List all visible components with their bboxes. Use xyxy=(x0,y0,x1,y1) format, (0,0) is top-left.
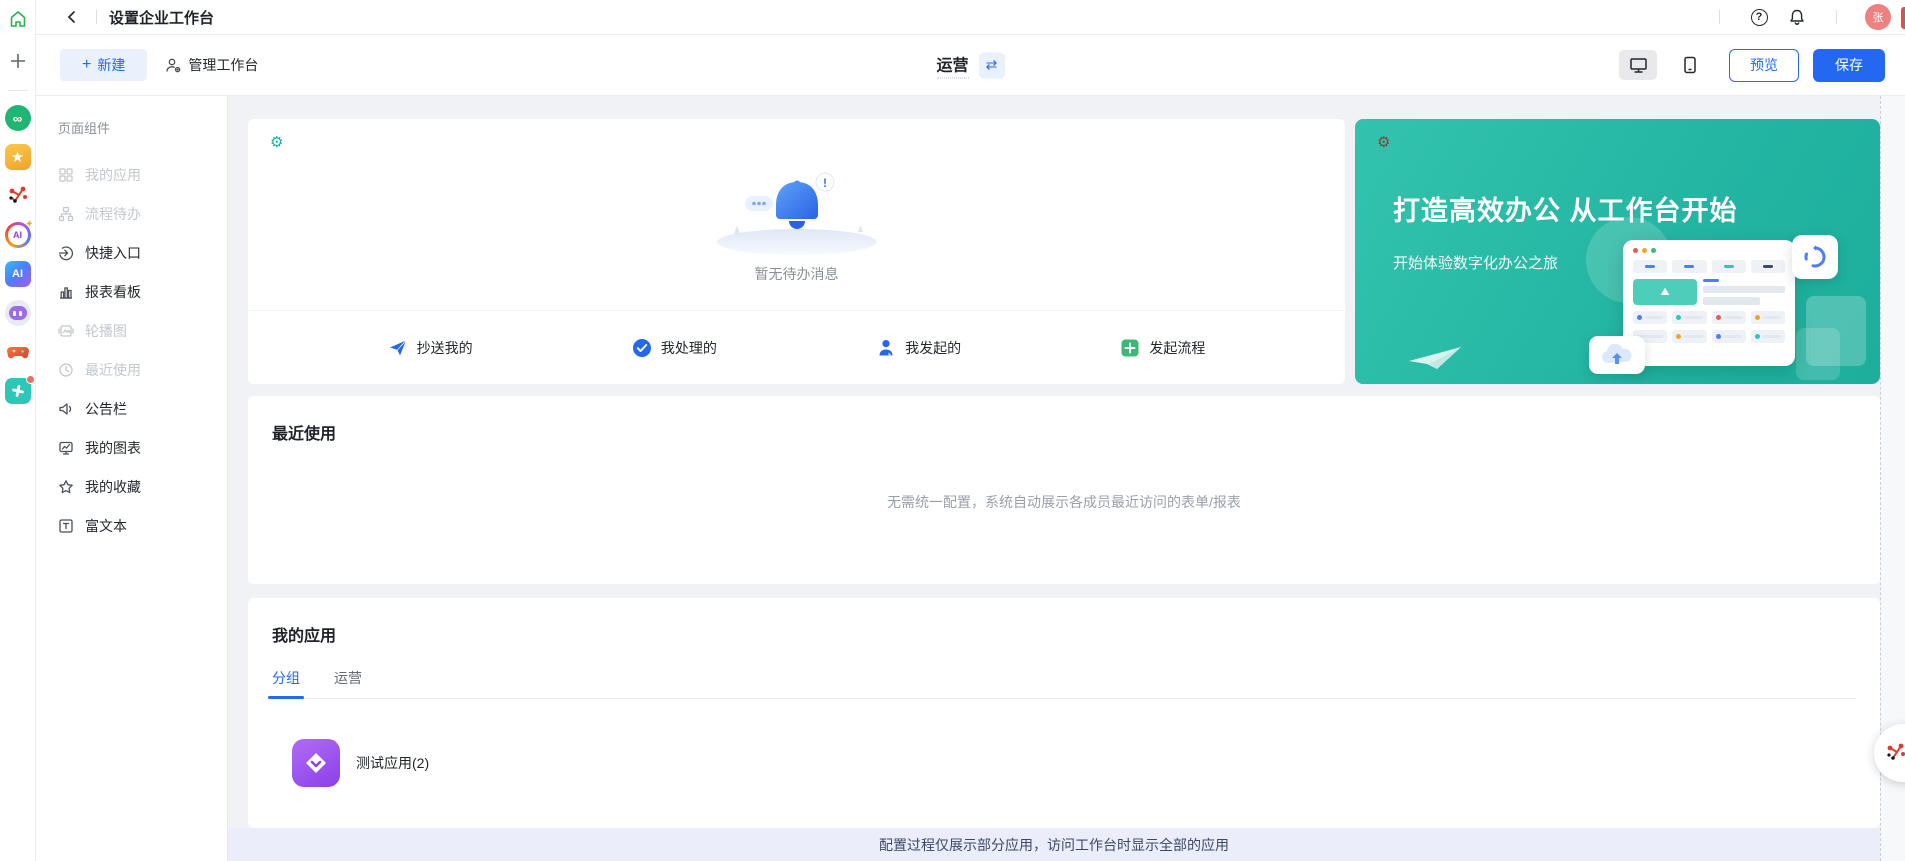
app-item-test-app[interactable]: 测试应用(2) xyxy=(292,739,1856,787)
designer-toolbar: + 新建 管理工作台 运营 ⇄ 预览 保存 xyxy=(36,35,1905,96)
tab-group[interactable]: 分组 xyxy=(272,668,300,698)
bell-icon[interactable] xyxy=(1786,6,1808,28)
manage-workspace-button[interactable]: 管理工作台 xyxy=(165,55,258,75)
carousel-icon xyxy=(58,323,74,339)
sidebar-item-rich-text[interactable]: 富文本 xyxy=(58,506,227,545)
new-button[interactable]: + 新建 xyxy=(60,49,147,81)
bar-chart-icon xyxy=(58,284,74,300)
recent-empty-text: 无需统一配置，系统自动展示各成员最近访问的表单/报表 xyxy=(272,444,1856,560)
banner-decor-stack xyxy=(1796,328,1840,380)
grid-icon xyxy=(58,167,74,183)
clock-icon xyxy=(58,362,74,378)
sidebar-item-my-apps: 我的应用 xyxy=(58,155,227,194)
tab-operations[interactable]: 运营 xyxy=(334,668,362,698)
preview-button[interactable]: 预览 xyxy=(1729,49,1799,82)
edge-red-sliver xyxy=(1901,7,1905,29)
config-notice-text: 配置过程仅展示部分应用，访问工作台时显示全部的应用 xyxy=(879,835,1229,855)
todo-empty-text: 暂无待办消息 xyxy=(755,264,839,284)
teal-app-icon[interactable] xyxy=(5,378,31,404)
sidebar-item-flow-todo: 流程待办 xyxy=(58,194,227,233)
paper-plane-shape xyxy=(1407,345,1463,376)
header-divider xyxy=(1719,10,1720,24)
widget-settings-gear-icon[interactable]: ⚙ xyxy=(270,133,283,151)
person-gear-icon xyxy=(165,57,182,74)
svg-text:!: ! xyxy=(823,176,827,190)
quick-link-initiated-by-me[interactable]: 我发起的 xyxy=(876,338,961,358)
sidebar-item-my-favorites[interactable]: 我的收藏 xyxy=(58,467,227,506)
cloud-upload-icon xyxy=(1589,336,1645,374)
help-icon[interactable]: ? xyxy=(1748,6,1770,28)
quick-link-handled-by-me[interactable]: 我处理的 xyxy=(632,338,717,358)
robot-app-icon[interactable] xyxy=(5,300,31,326)
header-divider xyxy=(1836,10,1837,24)
back-button[interactable] xyxy=(60,5,84,29)
plus-icon[interactable] xyxy=(7,50,29,72)
empty-bell-illustration: ! xyxy=(712,158,882,258)
app-rail: ∞ ★ AI✦ AI xyxy=(0,0,36,861)
ai-square-app-icon[interactable]: AI xyxy=(5,261,31,287)
star-outline-icon xyxy=(58,479,74,495)
banner-settings-gear-icon[interactable]: ⚙ xyxy=(1377,133,1390,151)
flow-icon xyxy=(58,206,74,222)
quick-links-row: 抄送我的 我处理的 我发起的 xyxy=(248,310,1345,384)
design-canvas: ⚙ xyxy=(228,96,1905,861)
quick-link-start-flow[interactable]: 发起流程 xyxy=(1120,338,1205,358)
promo-banner-card[interactable]: ⚙ 打造高效办公 从工作台开始 开始体验数字化办公之旅 xyxy=(1355,119,1880,384)
ai-ring-app-icon[interactable]: AI✦ xyxy=(5,222,31,248)
check-circle-icon xyxy=(632,338,652,358)
save-button[interactable]: 保存 xyxy=(1813,49,1885,82)
plus-square-icon xyxy=(1120,338,1140,358)
arrow-entry-icon xyxy=(58,245,74,261)
recently-used-card[interactable]: 最近使用 无需统一配置，系统自动展示各成员最近访问的表单/报表 xyxy=(248,396,1880,584)
sidebar-title: 页面组件 xyxy=(58,118,227,137)
sparkle-icon: ✦ xyxy=(25,219,33,230)
gem-app-icon xyxy=(292,739,340,787)
game-controller-app-icon[interactable] xyxy=(5,339,31,365)
header-divider xyxy=(96,10,97,24)
image-tile-icon: ⛰ xyxy=(1633,279,1697,305)
rail-divider xyxy=(8,90,28,91)
apps-card-title: 我的应用 xyxy=(272,622,1856,646)
refresh-loader-icon xyxy=(1792,235,1838,279)
desktop-view-button[interactable] xyxy=(1619,50,1657,80)
user-avatar[interactable]: 张 xyxy=(1865,4,1891,30)
sidebar-item-carousel: 轮播图 xyxy=(58,311,227,350)
todo-widget-card[interactable]: ⚙ xyxy=(248,119,1345,384)
workspace-name: 运营 xyxy=(936,52,968,79)
app-item-label: 测试应用(2) xyxy=(356,753,429,773)
chart-board-icon xyxy=(58,440,74,456)
workspace-designer: ∞ ★ AI✦ AI xyxy=(0,0,1905,861)
announcement-icon xyxy=(58,401,74,417)
rich-text-icon xyxy=(58,518,74,534)
person-icon xyxy=(876,338,896,358)
sidebar-item-report-board[interactable]: 报表看板 xyxy=(58,272,227,311)
network-icon xyxy=(1884,741,1905,765)
config-notice-bar: 配置过程仅展示部分应用，访问工作台时显示全部的应用 xyxy=(228,828,1880,861)
my-apps-card[interactable]: 我的应用 分组 运营 测试应用(2) xyxy=(248,598,1880,828)
mobile-view-button[interactable] xyxy=(1671,50,1709,80)
plus-icon: + xyxy=(82,56,91,74)
home-icon[interactable] xyxy=(7,8,29,30)
top-header: 设置企业工作台 ? 张 xyxy=(36,0,1905,35)
switch-workspace-button[interactable]: ⇄ xyxy=(979,52,1005,78)
page-title: 设置企业工作台 xyxy=(109,7,214,28)
apps-tabs: 分组 运营 xyxy=(272,668,1856,699)
sidebar-item-quick-entry[interactable]: 快捷入口 xyxy=(58,233,227,272)
network-app-icon[interactable] xyxy=(5,183,31,209)
sidebar-item-recently-used: 最近使用 xyxy=(58,350,227,389)
notification-dot xyxy=(26,375,35,384)
send-icon xyxy=(388,338,408,358)
star-app-icon[interactable]: ★ xyxy=(5,144,31,170)
sidebar-item-my-charts[interactable]: 我的图表 xyxy=(58,428,227,467)
components-sidebar: 页面组件 我的应用 流程待办 快捷入口 报表看板 xyxy=(36,96,228,861)
sidebar-item-announcement[interactable]: 公告栏 xyxy=(58,389,227,428)
quick-link-cc-to-me[interactable]: 抄送我的 xyxy=(388,338,473,358)
banner-window-illustration: ⛰ xyxy=(1623,240,1795,366)
recent-card-title: 最近使用 xyxy=(272,420,1856,444)
green-link-app-icon[interactable]: ∞ xyxy=(5,105,31,131)
